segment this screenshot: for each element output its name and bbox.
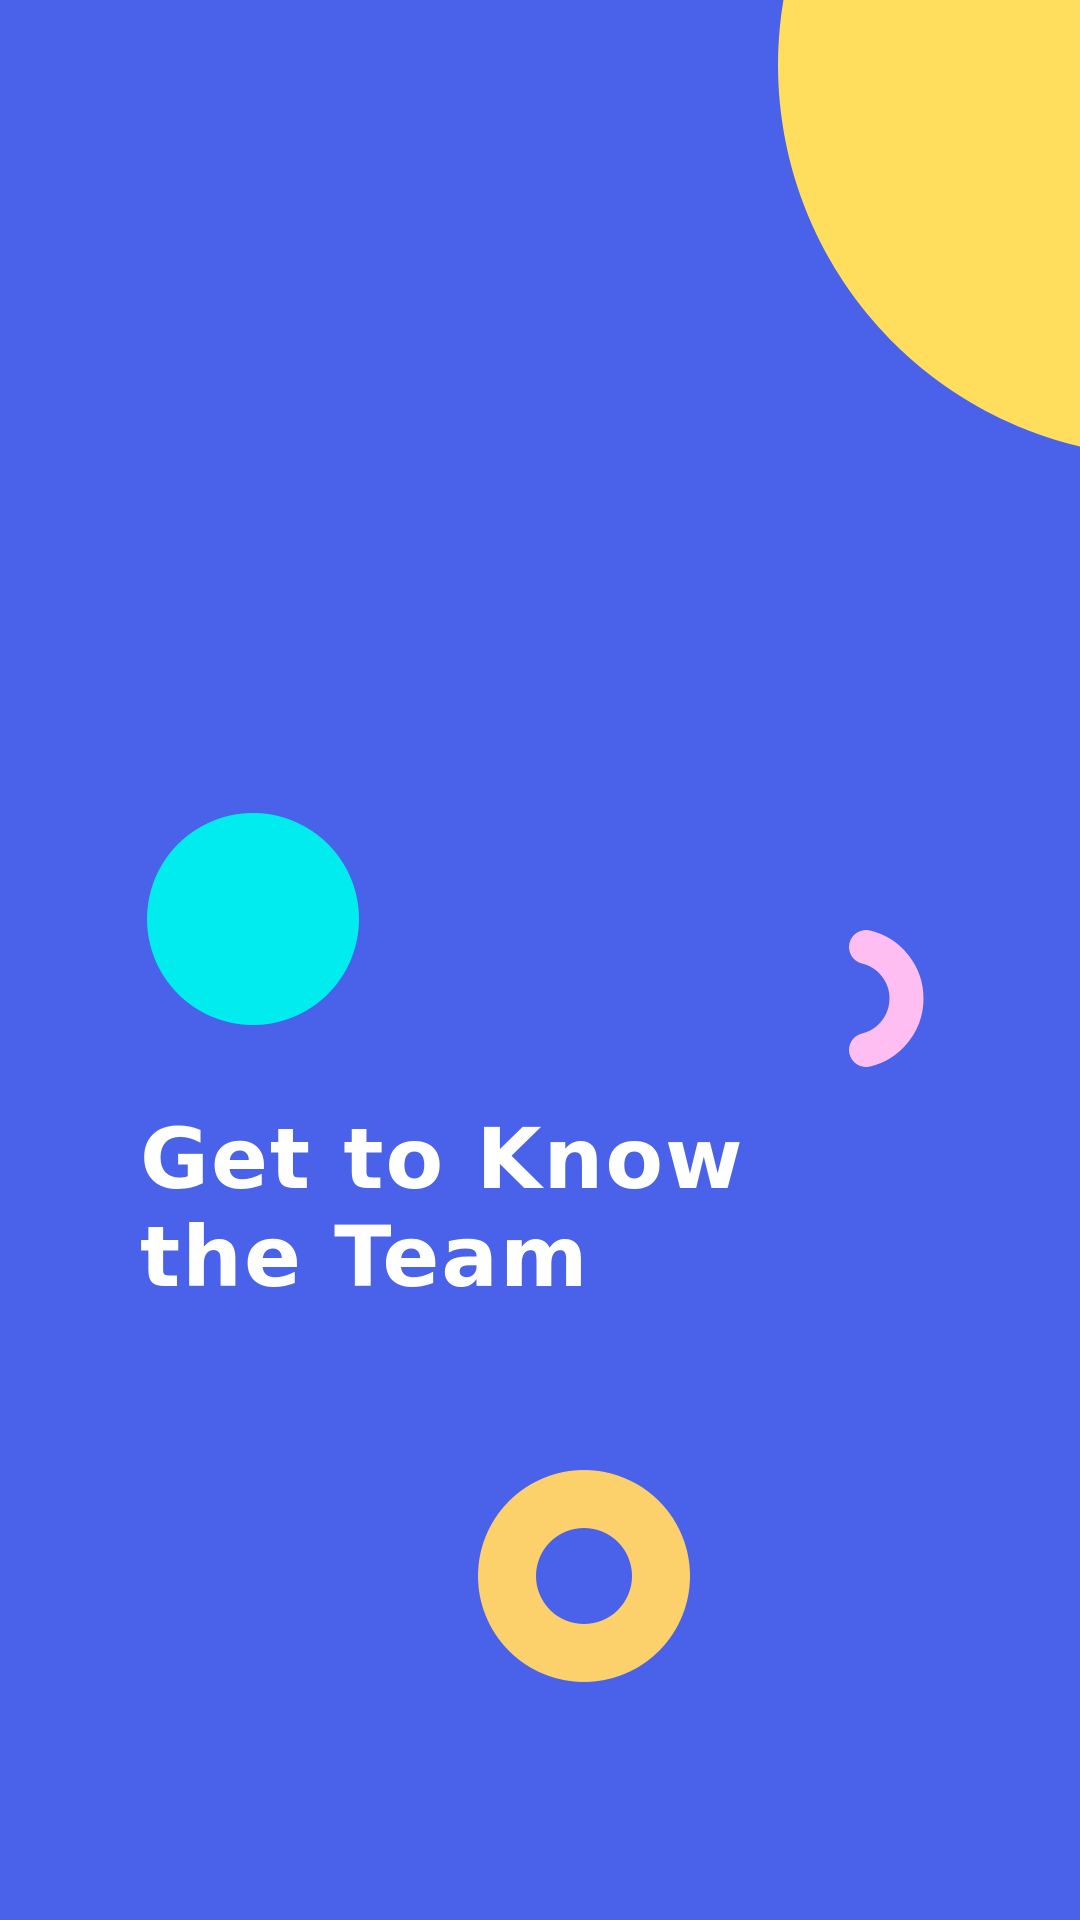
pink-arc-shape bbox=[849, 930, 924, 1067]
yellow-circle-shape bbox=[778, 0, 1080, 447]
headline-line-1: Get to Know bbox=[140, 1110, 745, 1208]
story-canvas: Get to Know the Team bbox=[0, 0, 1080, 1920]
cyan-circle-shape bbox=[147, 813, 359, 1025]
decorative-shapes bbox=[147, 0, 1080, 1682]
headline-line-2: the Team bbox=[140, 1208, 590, 1306]
orange-ring-shape bbox=[478, 1470, 690, 1682]
headline: Get to Know the Team bbox=[140, 1110, 745, 1306]
